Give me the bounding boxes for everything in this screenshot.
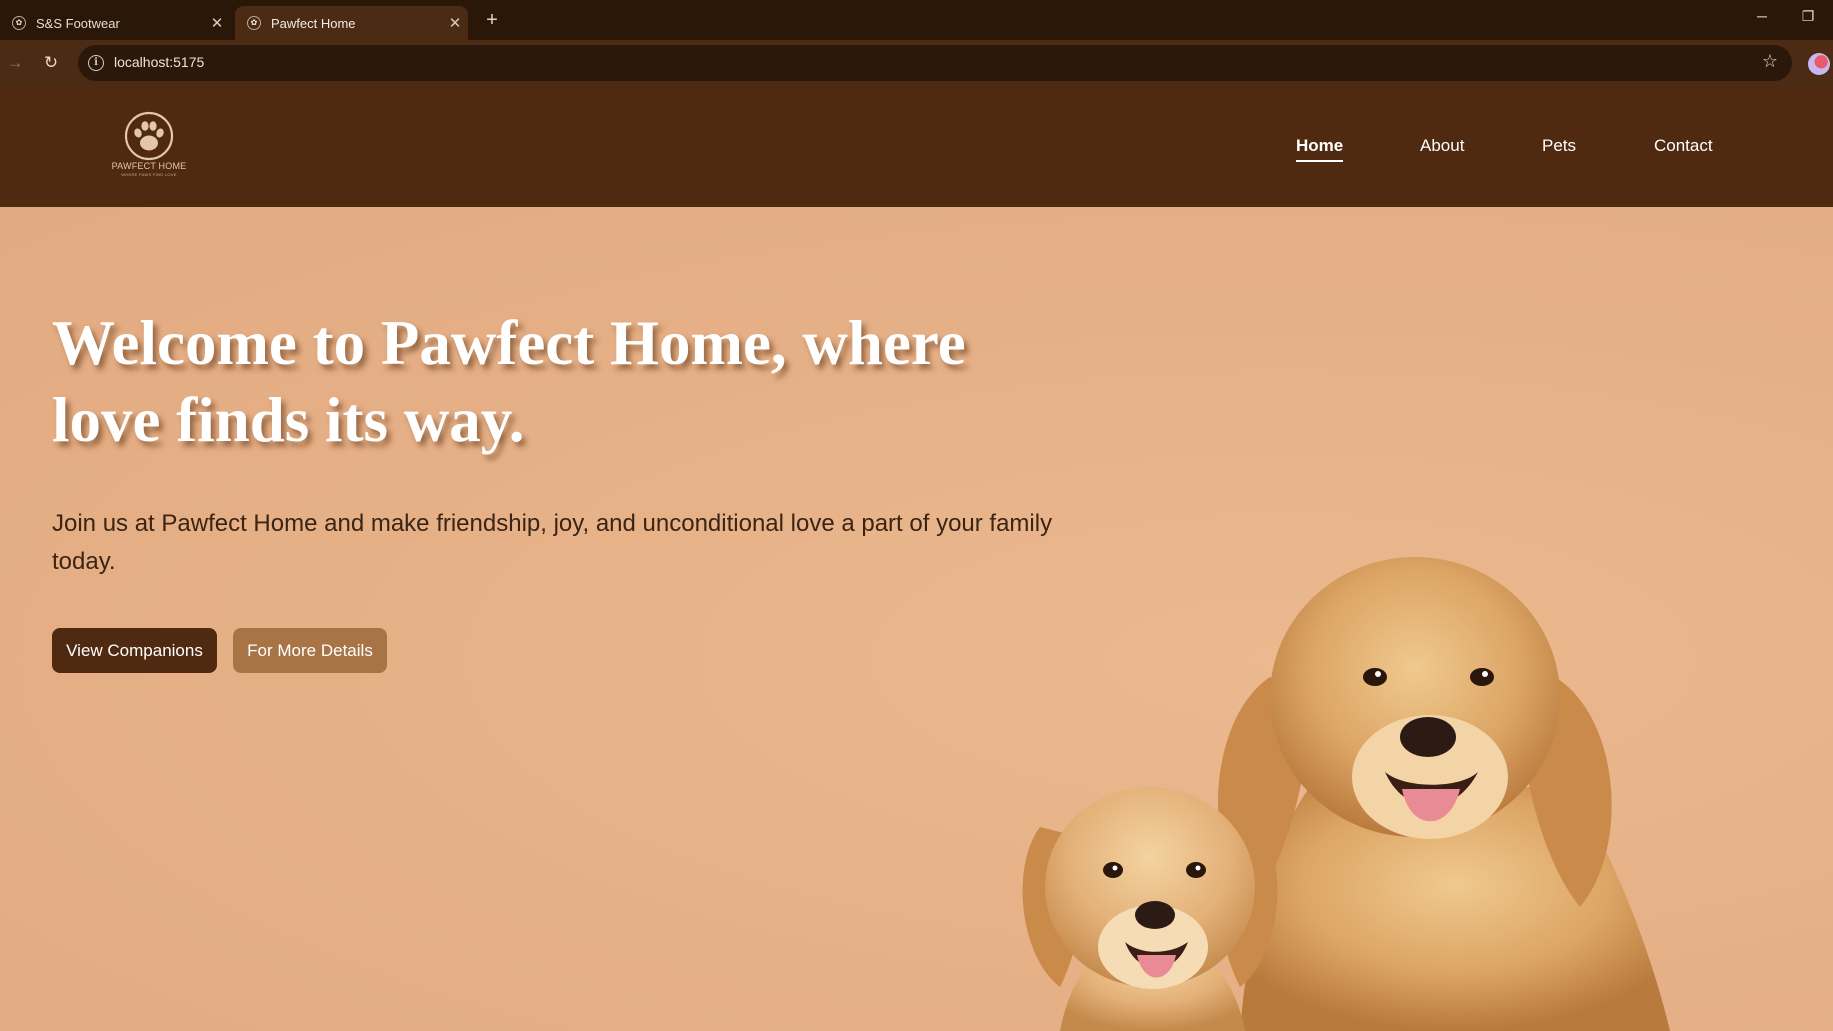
site-favicon-icon: ✿ xyxy=(12,16,26,30)
site-logo[interactable]: PAWFECT HOME WHERE PAWS FIND LOVE xyxy=(108,111,190,181)
paw-favicon-icon: ✿ xyxy=(247,16,261,30)
info-icon[interactable]: i xyxy=(88,55,104,71)
forward-arrow-icon[interactable]: → xyxy=(2,51,28,75)
tab-ss-footwear[interactable]: ✿ S&S Footwear ✕ xyxy=(0,6,230,40)
close-tab-icon[interactable]: ✕ xyxy=(442,14,468,32)
logo-text: PAWFECT HOME xyxy=(111,161,187,171)
nav-contact[interactable]: Contact xyxy=(1654,136,1713,156)
golden-retriever-dogs-image xyxy=(1022,557,1670,1031)
view-companions-button[interactable]: View Companions xyxy=(52,628,217,673)
tab-title: S&S Footwear xyxy=(36,15,120,31)
minimize-icon[interactable]: ─ xyxy=(1747,8,1777,24)
profile-avatar[interactable] xyxy=(1808,53,1830,75)
new-tab-button[interactable]: + xyxy=(478,8,506,34)
nav-home[interactable]: Home xyxy=(1296,136,1344,162)
hero-section: Welcome to Pawfect Home, where love find… xyxy=(0,207,1833,1031)
logo-tagline: WHERE PAWS FIND LOVE xyxy=(121,172,177,177)
hero-title: Welcome to Pawfect Home, where love find… xyxy=(52,308,966,455)
nav-pets[interactable]: Pets xyxy=(1542,136,1576,156)
site-header: PAWFECT HOME WHERE PAWS FIND LOVE Home A… xyxy=(0,86,1833,207)
restore-window-icon[interactable]: ❐ xyxy=(1793,8,1823,25)
url-text[interactable]: localhost:5175 xyxy=(114,54,204,70)
reload-icon[interactable]: ↻ xyxy=(38,51,64,75)
browser-tab-bar: ✿ S&S Footwear ✕ ✿ Pawfect Home ✕ + ─ ❐ xyxy=(0,0,1833,40)
tab-pawfect-home[interactable]: ✿ Pawfect Home ✕ xyxy=(235,6,468,40)
paw-icon xyxy=(124,111,174,161)
star-icon[interactable]: ☆ xyxy=(1762,51,1778,72)
address-bar[interactable]: i localhost:5175 ☆ xyxy=(78,45,1792,81)
browser-toolbar: → ↻ i localhost:5175 ☆ xyxy=(0,40,1833,86)
hero-subtitle: Join us at Pawfect Home and make friends… xyxy=(52,510,1053,575)
tab-title: Pawfect Home xyxy=(271,15,356,31)
close-tab-icon[interactable]: ✕ xyxy=(204,14,230,32)
more-details-button[interactable]: For More Details xyxy=(233,628,387,673)
nav-about[interactable]: About xyxy=(1420,136,1464,156)
